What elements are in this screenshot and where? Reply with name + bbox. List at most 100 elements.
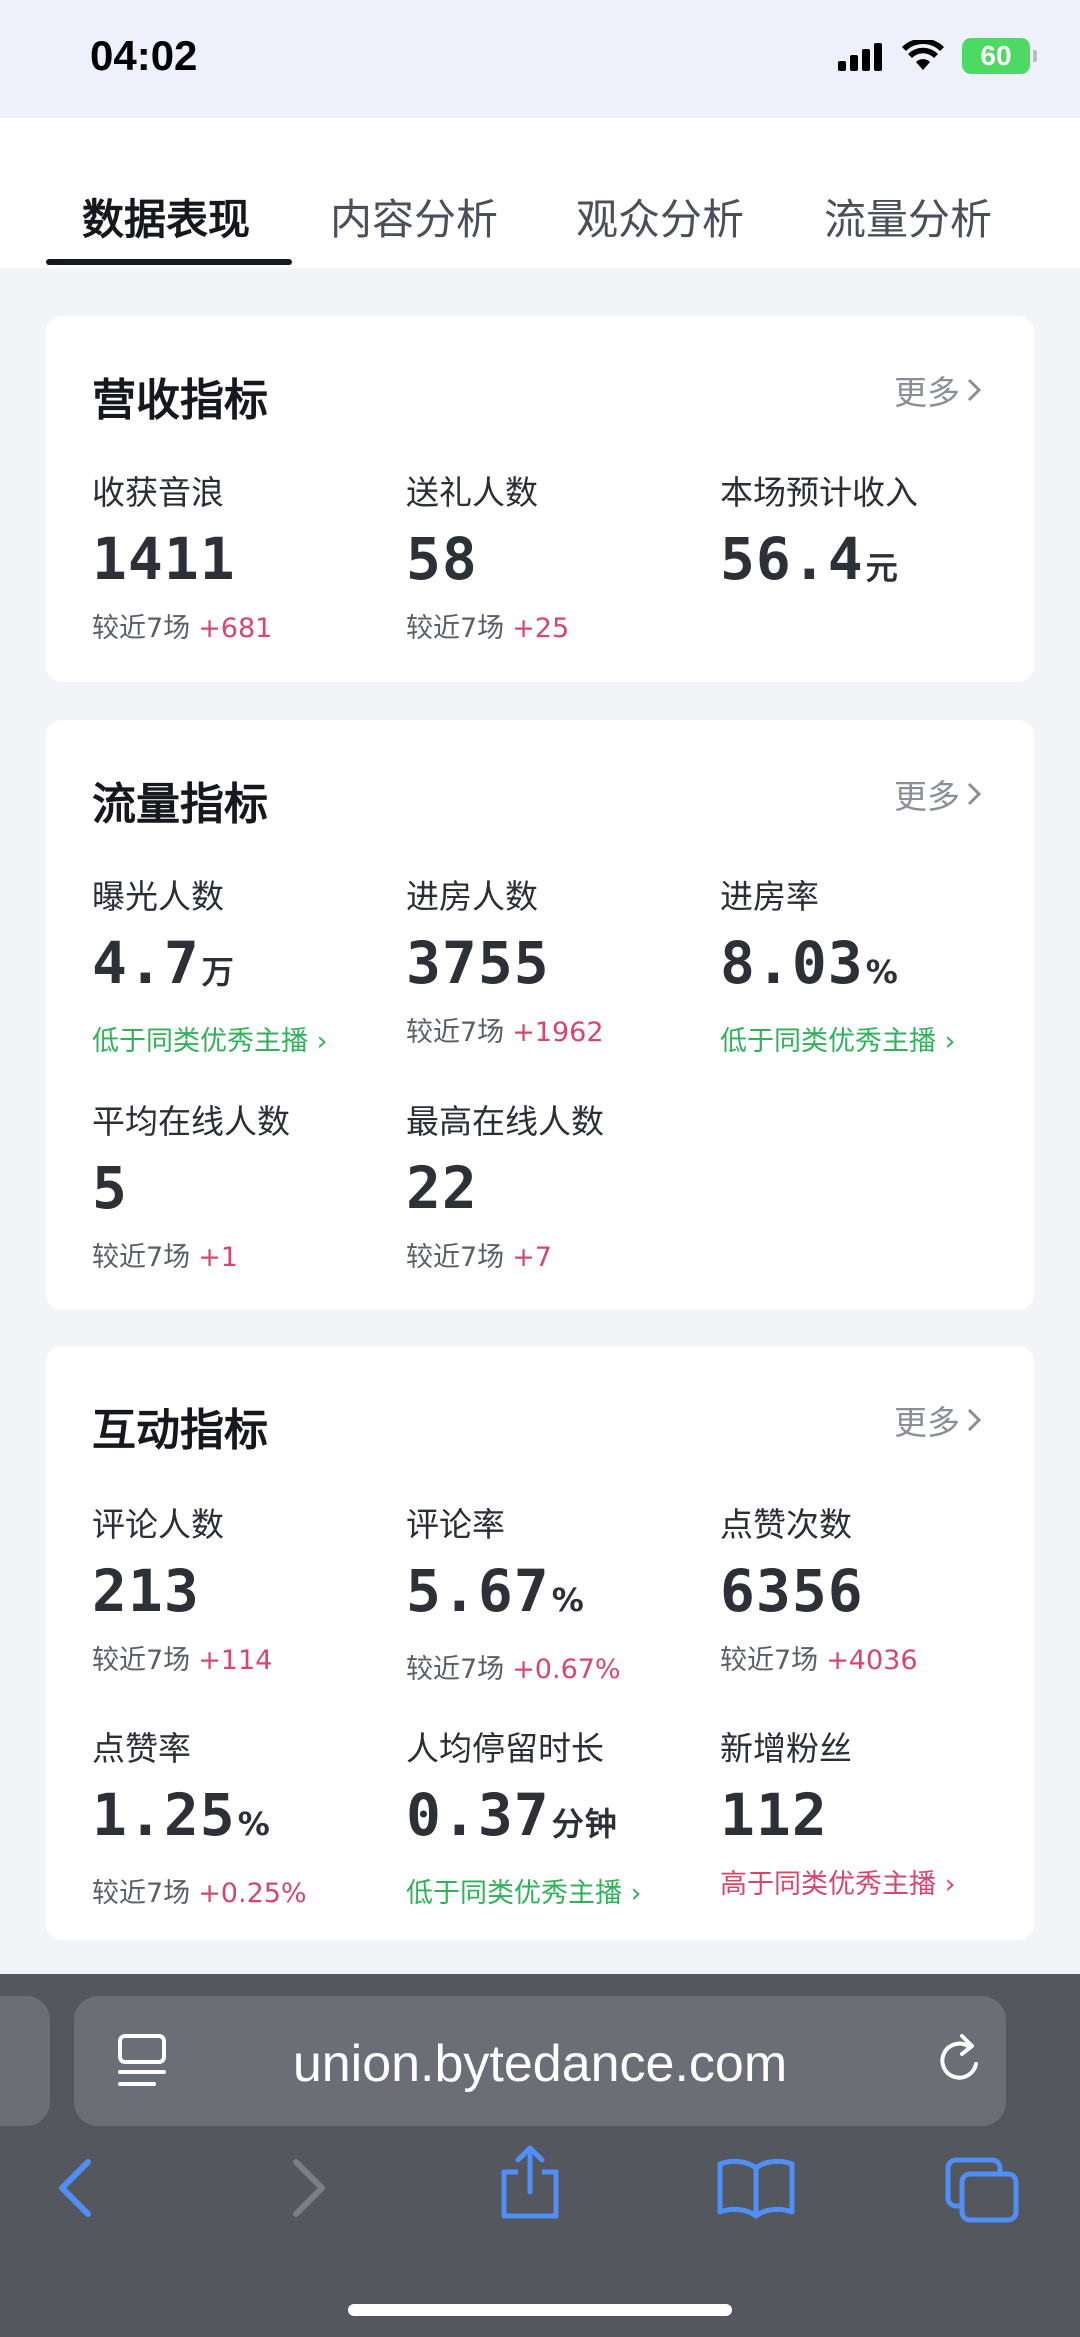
metric-commenters: 评论人数 213 较近7场 +114 [92, 1498, 392, 1677]
metric-new-followers: 新增粉丝 112 高于同类优秀主播 › [720, 1722, 1020, 1901]
metric-compare: 较近7场 +4036 [720, 1645, 918, 1676]
metric-exposure: 曝光人数 4.7万 低于同类优秀主播 › [92, 870, 392, 1058]
back-icon[interactable] [50, 2156, 100, 2220]
metric-label: 进房人数 [406, 877, 538, 916]
metric-note[interactable]: 低于同类优秀主播 › [92, 1019, 392, 1058]
metric-delta: +1 [198, 1242, 238, 1273]
metric-compare: 较近7场 +0.25% [92, 1878, 307, 1909]
metric-note[interactable]: 低于同类优秀主播 › [720, 1019, 1020, 1058]
metric-value: 22 [406, 1154, 478, 1222]
forward-icon[interactable] [284, 2156, 334, 2220]
metric-value: 58 [406, 525, 478, 593]
more-link[interactable]: 更多 [894, 366, 982, 414]
metric-note[interactable]: 低于同类优秀主播 › [406, 1871, 706, 1910]
battery-level: 60 [980, 40, 1012, 71]
address-bar[interactable]: union.bytedance.com [74, 1996, 1006, 2126]
traffic-card: 流量指标 更多 曝光人数 4.7万 低于同类优秀主播 › 进房人数 3755 较… [46, 720, 1034, 1310]
metric-label: 本场预计收入 [720, 473, 918, 512]
metric-unit: % [551, 1581, 585, 1619]
metric-value: 0.37分钟 [406, 1781, 618, 1849]
tab-traffic-analysis[interactable]: 流量分析 [824, 186, 992, 247]
metric-delta: +114 [198, 1645, 273, 1676]
metric-delta: +4036 [826, 1645, 918, 1676]
metric-delta: +25 [512, 613, 570, 644]
metric-note[interactable]: 高于同类优秀主播 › [720, 1862, 1020, 1901]
metric-label: 最高在线人数 [406, 1102, 604, 1141]
metric-estimated-income: 本场预计收入 56.4元 [720, 466, 1020, 601]
metric-value: 8.03% [720, 929, 899, 997]
metric-value: 6356 [720, 1557, 864, 1625]
metric-delta: +0.67% [512, 1654, 621, 1685]
metric-label: 人均停留时长 [406, 1729, 604, 1768]
metric-unit: 分钟 [551, 1805, 618, 1843]
metric-value: 5.67% [406, 1557, 585, 1625]
url-text: union.bytedance.com [292, 2035, 788, 2093]
tab-bar: 数据表现 内容分析 观众分析 流量分析 [0, 118, 1080, 268]
home-indicator [348, 2304, 732, 2316]
wifi-icon [902, 40, 944, 70]
metric-label: 评论率 [406, 1505, 505, 1544]
more-label: 更多 [894, 1403, 960, 1442]
metric-likes: 点赞次数 6356 较近7场 +4036 [720, 1498, 1020, 1677]
card-title: 流量指标 [92, 779, 268, 830]
more-label: 更多 [894, 373, 960, 412]
metric-delta: +7 [512, 1242, 552, 1273]
metric-like-rate: 点赞率 1.25% 较近7场 +0.25% [92, 1722, 392, 1910]
metric-peak-online: 最高在线人数 22 较近7场 +7 [406, 1095, 706, 1274]
metric-delta: +1962 [512, 1017, 604, 1048]
metric-value: 1411 [92, 525, 236, 593]
metric-value: 3755 [406, 929, 550, 997]
metric-unit: 元 [865, 549, 899, 587]
more-label: 更多 [894, 777, 960, 816]
metric-label: 平均在线人数 [92, 1102, 290, 1141]
metric-value: 1.25% [92, 1781, 271, 1849]
metric-compare: 较近7场 +1962 [406, 1017, 604, 1048]
share-icon[interactable] [498, 2144, 562, 2220]
tabs-icon[interactable] [944, 2156, 1020, 2224]
card-title: 互动指标 [92, 1405, 268, 1456]
reload-icon[interactable] [932, 2030, 988, 2090]
interaction-card: 互动指标 更多 评论人数 213 较近7场 +114 评论率 5.67% 较近7场… [46, 1346, 1034, 1940]
metric-compare: 较近7场 +1 [92, 1242, 238, 1273]
metric-value: 5 [92, 1154, 128, 1222]
metric-value: 4.7万 [92, 929, 235, 997]
metric-label: 收获音浪 [92, 473, 224, 512]
bookmarks-icon[interactable] [716, 2156, 796, 2220]
battery-icon: 60 [962, 38, 1037, 74]
metric-avg-online: 平均在线人数 5 较近7场 +1 [92, 1095, 392, 1274]
more-link[interactable]: 更多 [894, 770, 982, 818]
metric-value: 56.4元 [720, 525, 899, 593]
card-title: 营收指标 [92, 375, 268, 426]
tab-audience-analysis[interactable]: 观众分析 [576, 186, 744, 247]
status-icons: 60 [838, 38, 1037, 74]
metric-label: 点赞率 [92, 1729, 191, 1768]
metric-compare: 较近7场 +114 [92, 1645, 273, 1676]
metric-label: 送礼人数 [406, 473, 538, 512]
chevron-right-icon [967, 1408, 982, 1432]
metric-compare: 较近7场 +0.67% [406, 1654, 621, 1685]
metric-entry-rate: 进房率 8.03% 低于同类优秀主播 › [720, 870, 1020, 1058]
previous-tab-preview[interactable] [0, 1996, 50, 2126]
metric-label: 曝光人数 [92, 877, 224, 916]
metric-unit: % [865, 953, 899, 991]
metric-delta: +681 [198, 613, 273, 644]
metric-label: 新增粉丝 [720, 1729, 852, 1768]
tab-content-analysis[interactable]: 内容分析 [330, 186, 498, 247]
metric-label: 点赞次数 [720, 1505, 852, 1544]
chevron-right-icon [967, 782, 982, 806]
metric-unit: % [237, 1805, 271, 1843]
tab-data-performance[interactable]: 数据表现 [82, 186, 250, 247]
metric-room-entries: 进房人数 3755 较近7场 +1962 [406, 870, 706, 1049]
cellular-icon [838, 43, 882, 71]
metric-compare: 较近7场 +25 [406, 613, 570, 644]
chevron-right-icon [967, 378, 982, 402]
more-link[interactable]: 更多 [894, 1396, 982, 1444]
metric-comment-rate: 评论率 5.67% 较近7场 +0.67% [406, 1498, 706, 1686]
metric-value: 112 [720, 1781, 828, 1849]
metric-label: 评论人数 [92, 1505, 224, 1544]
active-tab-indicator [46, 259, 292, 265]
revenue-card: 营收指标 更多 收获音浪 1411 较近7场 +681 送礼人数 58 较近7场 +… [46, 316, 1034, 682]
metric-value: 213 [92, 1557, 200, 1625]
metric-sound-waves: 收获音浪 1411 较近7场 +681 [92, 466, 392, 645]
status-bar: 04:02 60 [0, 0, 1080, 118]
